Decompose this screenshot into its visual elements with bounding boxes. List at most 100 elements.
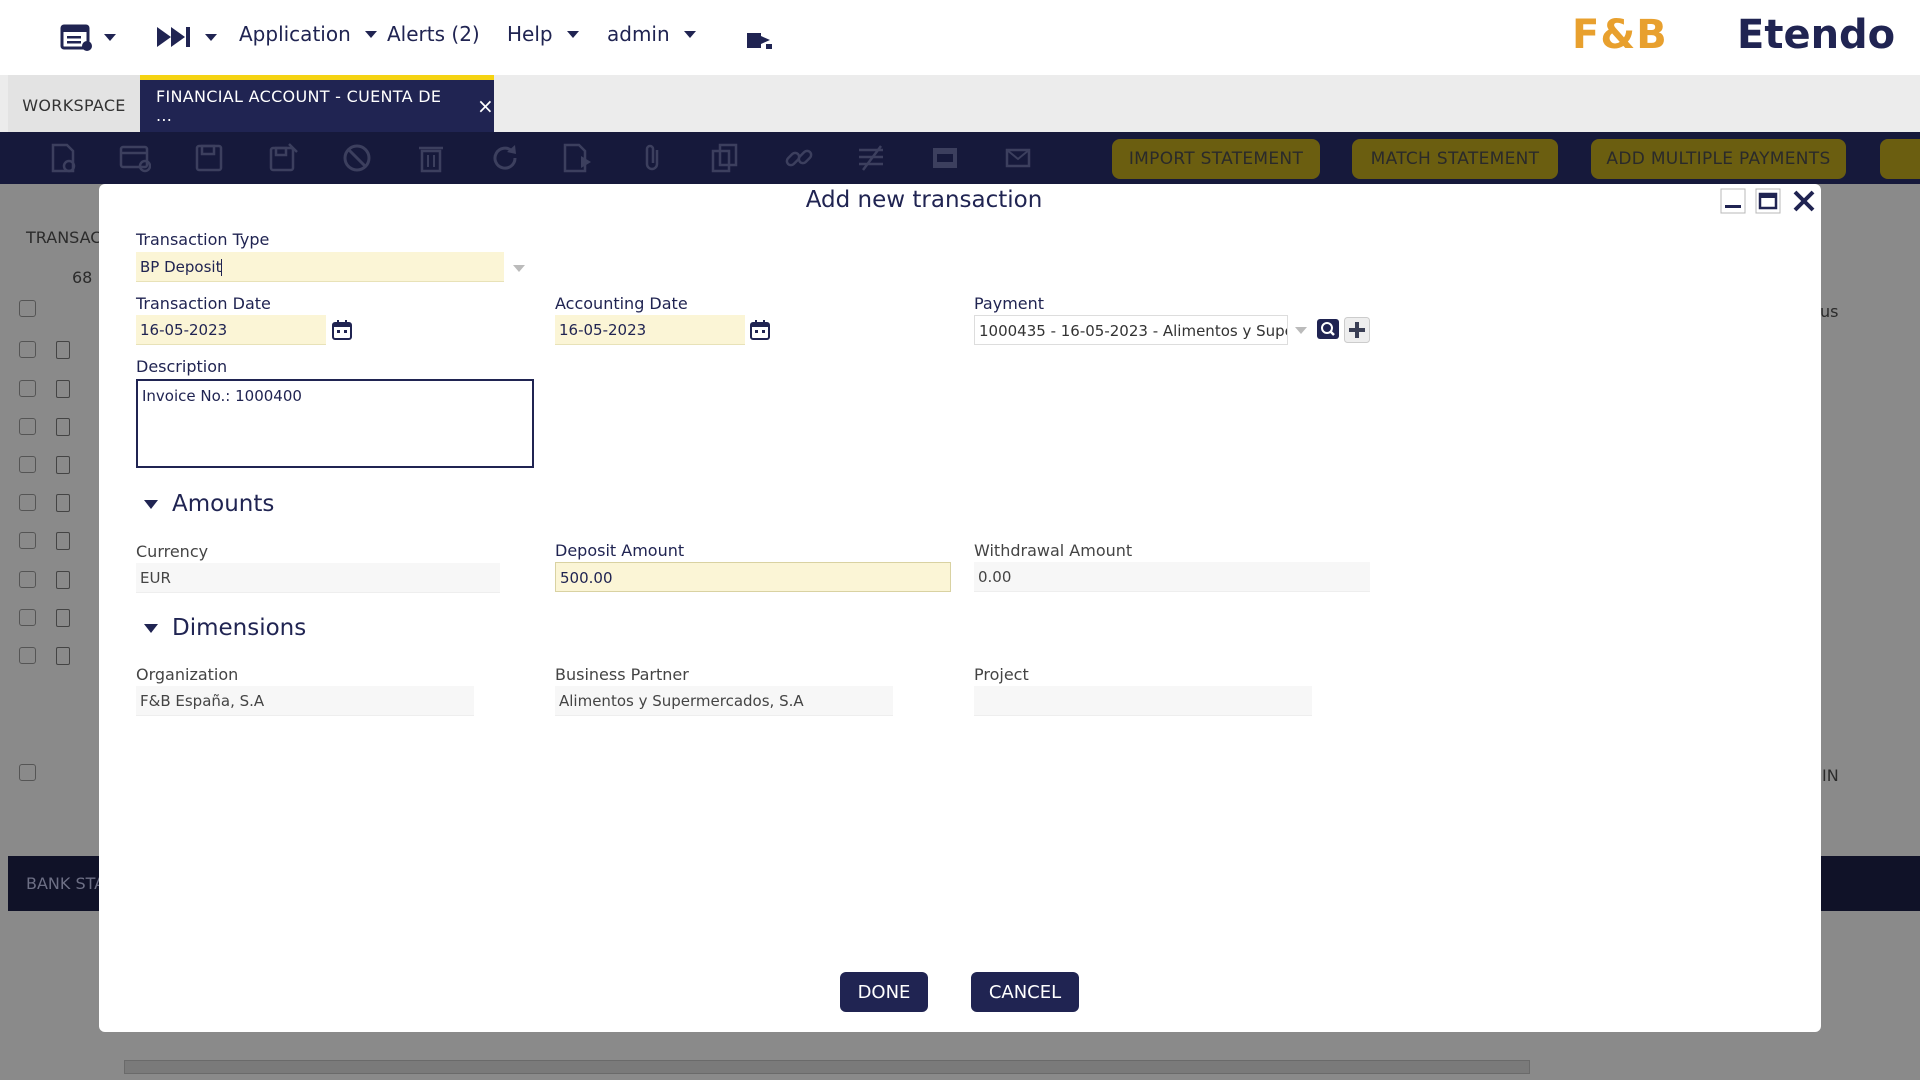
transaction-date-value: 16-05-2023 [140,321,228,339]
currency-label: Currency [136,542,209,561]
transactions-tab-label: TRANSAC [26,228,102,247]
row-checkbox[interactable] [19,456,36,473]
deposit-amount-input[interactable]: 500.00 [555,562,951,592]
help-menu[interactable]: Help [507,22,579,46]
cancel-button[interactable]: CANCEL [971,972,1079,1012]
currency-field: EUR [136,563,500,593]
chevron-down-icon [364,30,377,38]
tab-workspace-label: WORKSPACE [22,96,126,115]
business-partner-label: Business Partner [555,665,689,684]
done-button-label: DONE [857,981,911,1003]
audit-icon[interactable] [855,142,887,174]
triangle-down-icon [144,499,158,509]
fast-forward-icon [157,27,190,47]
export-icon[interactable] [561,142,593,174]
document-icon [56,532,70,550]
user-menu-label: admin [607,22,670,46]
transaction-date-input[interactable]: 16-05-2023 [136,315,326,345]
alerts-menu[interactable]: Alerts (2) [387,22,480,46]
row-checkbox[interactable] [19,647,36,664]
application-menu-label: Application [239,22,351,46]
document-icon [56,341,70,359]
quick-launch-button[interactable] [155,25,217,49]
toolbar: IMPORT STATEMENT MATCH STATEMENT ADD MUL… [0,132,1920,184]
print-icon[interactable] [929,142,961,174]
calendar-icon[interactable] [749,319,771,341]
refresh-icon[interactable] [489,142,521,174]
close-icon[interactable]: × [477,94,494,118]
tab-financial-account[interactable]: FINANCIAL ACCOUNT - CUENTA DE ... × [140,75,494,132]
logout-icon[interactable] [746,30,774,50]
row-checkbox[interactable] [19,494,36,511]
cancel-button-label: CANCEL [988,981,1062,1003]
minimize-icon[interactable] [1720,188,1746,214]
transaction-type-select[interactable]: BP Deposit [136,252,504,282]
calendar-icon[interactable] [331,319,353,341]
transaction-type-value: BP Deposit [140,258,222,276]
organization-value: F&B España, S.A [140,692,265,710]
maximize-icon[interactable] [1755,188,1781,214]
tab-financial-account-label: FINANCIAL ACCOUNT - CUENTA DE ... [156,87,442,125]
tab-workspace[interactable]: WORKSPACE [8,75,140,132]
dialog-title: Add new transaction [805,187,1043,213]
row-checkbox[interactable] [19,532,36,549]
close-icon[interactable] [1791,188,1817,214]
delete-icon[interactable] [415,142,447,174]
accounting-date-label: Accounting Date [555,294,688,313]
accounting-date-input[interactable]: 16-05-2023 [555,315,745,345]
new-document-icon[interactable] [47,142,79,174]
amounts-section-header[interactable]: Amounts [136,491,274,517]
row-checkbox[interactable] [19,341,36,358]
clone-icon[interactable] [709,142,741,174]
row-checkbox[interactable] [19,609,36,626]
bank-select-all-checkbox[interactable] [19,764,36,781]
chevron-down-icon [683,30,696,38]
payment-value: 1000435 - 16-05-2023 - Alimentos y Super [979,322,1288,340]
payment-select[interactable]: 1000435 - 16-05-2023 - Alimentos y Super [974,315,1288,345]
description-textarea[interactable]: Invoice No.: 1000400 [136,379,534,468]
undo-icon[interactable] [341,142,373,174]
search-icon[interactable] [1317,319,1339,339]
import-statement-label: IMPORT STATEMENT [1128,149,1304,169]
views-menu-button[interactable] [60,22,116,52]
description-label: Description [136,357,228,376]
withdrawal-amount-label: Withdrawal Amount [974,541,1133,560]
row-count: 68 [72,268,93,287]
link-icon[interactable] [783,142,815,174]
document-icon [56,380,70,398]
etendo-logo: Etendo [1737,12,1896,58]
save-icon[interactable] [193,142,225,174]
project-field [974,686,1312,716]
import-statement-button[interactable]: IMPORT STATEMENT [1112,139,1320,179]
row-checkbox[interactable] [19,380,36,397]
row-checkbox[interactable] [19,418,36,435]
application-menu[interactable]: Application [239,22,377,46]
more-toolbar-button[interactable] [1880,139,1920,179]
attachment-icon[interactable] [637,142,669,174]
transaction-type-label: Transaction Type [136,230,270,249]
chevron-down-icon[interactable] [1295,327,1307,334]
business-partner-value: Alimentos y Supermercados, S.A [559,692,804,710]
organization-field: F&B España, S.A [136,686,474,716]
done-button[interactable]: DONE [840,972,928,1012]
horizontal-scrollbar[interactable] [124,1060,1530,1074]
status-column-header: us [1820,302,1839,321]
dimensions-section-header[interactable]: Dimensions [136,615,306,641]
transaction-date-label: Transaction Date [136,294,271,313]
add-icon[interactable] [1344,317,1370,343]
row-checkbox[interactable] [19,571,36,588]
user-menu[interactable]: admin [607,22,696,46]
accounting-date-value: 16-05-2023 [559,321,647,339]
withdrawal-amount-value: 0.00 [978,568,1012,586]
email-icon[interactable] [1003,142,1035,174]
business-partner-field: Alimentos y Supermercados, S.A [555,686,893,716]
currency-value: EUR [140,569,171,587]
new-row-icon[interactable] [119,142,151,174]
save-close-icon[interactable] [267,142,299,174]
organization-label: Organization [136,665,239,684]
chevron-down-icon[interactable] [513,265,525,272]
add-multiple-payments-button[interactable]: ADD MULTIPLE PAYMENTS [1591,139,1846,179]
withdrawal-amount-input[interactable]: 0.00 [974,562,1370,592]
select-all-checkbox[interactable] [19,300,36,317]
match-statement-button[interactable]: MATCH STATEMENT [1352,139,1558,179]
